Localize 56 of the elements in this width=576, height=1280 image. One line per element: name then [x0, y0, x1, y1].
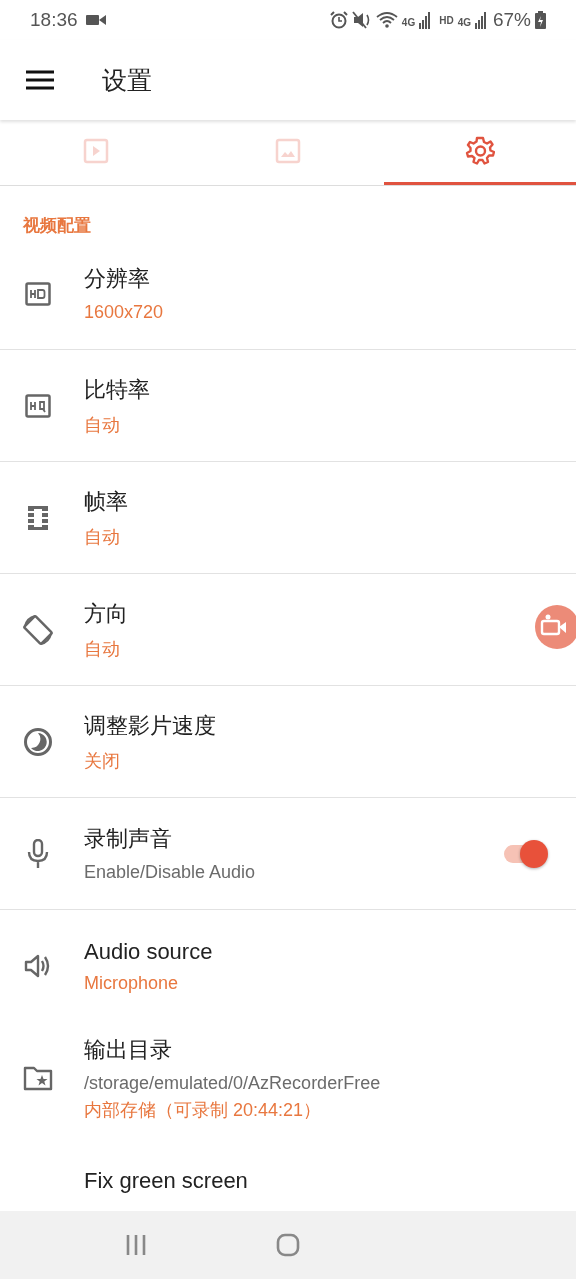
battery-level: 67% — [492, 9, 531, 31]
screen-rotation-icon — [21, 612, 55, 647]
setting-title: 帧率 — [84, 487, 128, 516]
battery-icon — [535, 11, 546, 29]
setting-title: 输出目录 — [84, 1035, 172, 1064]
menu-button[interactable] — [26, 69, 54, 91]
setting-value: 自动 — [84, 637, 120, 661]
recent-apps-button[interactable] — [124, 1234, 147, 1256]
setting-item[interactable]: 比特率 自动 — [0, 350, 576, 462]
alarm-icon — [329, 11, 348, 29]
setting-summary: Enable/Disable Audio — [84, 862, 256, 883]
microphone-icon — [27, 838, 49, 869]
section-header: 视频配置 — [22, 215, 92, 237]
play-icon — [83, 138, 109, 164]
setting-value: 自动 — [84, 413, 120, 437]
speed-icon — [23, 726, 53, 757]
setting-title: Audio source — [84, 938, 213, 965]
floating-camera-button[interactable] — [535, 605, 576, 649]
hq-icon — [25, 393, 51, 418]
network-type: 4G — [401, 17, 416, 28]
home-button[interactable] — [276, 1233, 300, 1257]
setting-item[interactable]: 帧率 自动 — [0, 462, 576, 574]
setting-item[interactable]: Fix green screen — [0, 1134, 576, 1194]
speaker-icon — [24, 953, 52, 979]
setting-item[interactable]: 调整影片速度 关闭 — [0, 686, 576, 798]
setting-value: Microphone — [84, 972, 179, 994]
setting-title: 分辨率 — [84, 265, 150, 293]
setting-title: 调整影片速度 — [84, 711, 216, 740]
app-title: 设置 — [102, 64, 152, 96]
setting-value: 自动 — [84, 525, 120, 549]
hd-icon — [25, 281, 51, 306]
wifi-icon — [375, 11, 398, 29]
setting-title: 方向 — [84, 599, 128, 628]
signal-icon — [474, 11, 487, 29]
setting-title: Fix green screen — [84, 1168, 248, 1194]
network-type: 4G — [457, 17, 471, 28]
status-time: 18:36 — [30, 9, 78, 31]
hd-indicator: HD — [439, 14, 454, 26]
setting-title: 比特率 — [84, 375, 150, 404]
setting-item[interactable]: 分辨率 1600x720 — [0, 238, 576, 350]
setting-item[interactable]: 输出目录 /storage/emulated/0/AzRecorderFree 内部存储（可录制 20:44:21） — [0, 1022, 576, 1134]
setting-value: 1600x720 — [84, 302, 164, 323]
setting-value: 内部存储（可录制 20:44:21） — [84, 1098, 322, 1122]
mute-icon — [351, 11, 372, 29]
settings-icon — [465, 136, 495, 166]
setting-value: 关闭 — [84, 749, 120, 773]
image-icon — [275, 138, 301, 164]
toggle-switch[interactable] — [504, 838, 548, 869]
signal-icon — [419, 11, 432, 29]
setting-item[interactable]: Audio source Microphone — [0, 910, 576, 1022]
setting-title: 录制声音 — [84, 825, 172, 853]
folder-star-icon — [23, 1065, 53, 1091]
setting-summary: /storage/emulated/0/AzRecorderFree — [84, 1072, 381, 1094]
setting-item[interactable]: 录制声音 Enable/Disable Audio — [0, 798, 576, 910]
video-camera-icon — [85, 14, 106, 26]
film-icon — [27, 504, 49, 531]
